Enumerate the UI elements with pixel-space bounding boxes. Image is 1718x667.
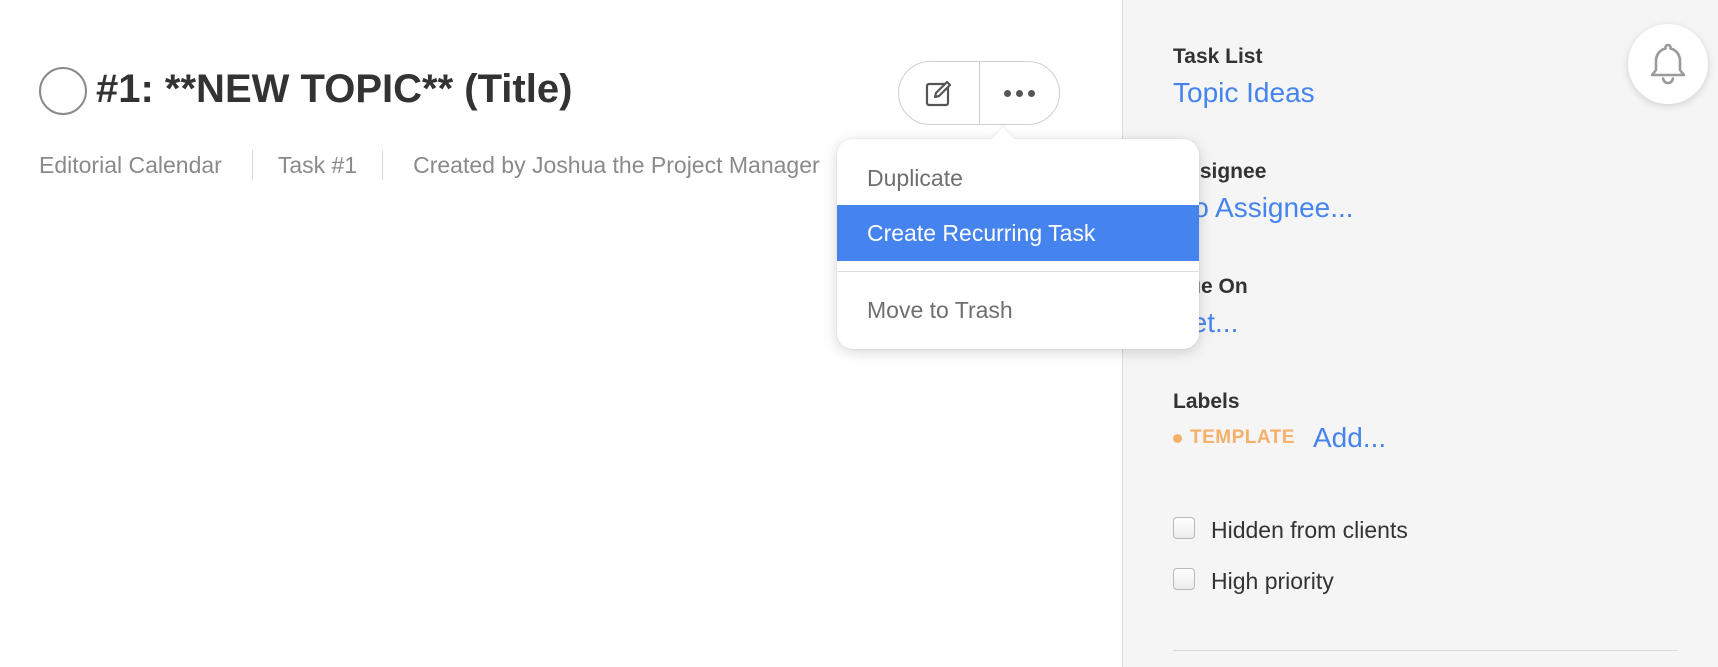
hidden-from-clients-label: Hidden from clients bbox=[1211, 517, 1408, 543]
task-number: Task #1 bbox=[277, 151, 358, 178]
task-sidebar: Task List Topic Ideas Assignee No Assign… bbox=[1122, 0, 1718, 667]
bell-icon bbox=[1650, 43, 1686, 85]
menu-divider bbox=[837, 271, 1199, 272]
meta-divider bbox=[382, 150, 384, 180]
add-label-link[interactable]: Add... bbox=[1313, 422, 1386, 454]
created-by: Created by Joshua the Project Manager bbox=[413, 151, 820, 178]
menu-item-move-to-trash[interactable]: Move to Trash bbox=[837, 282, 1199, 338]
label-tag-text: TEMPLATE bbox=[1190, 427, 1295, 448]
task-actions-group bbox=[898, 61, 1060, 125]
sidebar-divider bbox=[1173, 650, 1677, 651]
labels-label: Labels bbox=[1173, 390, 1240, 413]
high-priority-checkbox[interactable] bbox=[1173, 567, 1195, 590]
more-options-icon bbox=[1003, 89, 1035, 97]
high-priority-label: High priority bbox=[1211, 568, 1334, 594]
high-priority-option[interactable]: High priority bbox=[1173, 567, 1334, 595]
edit-task-button[interactable] bbox=[899, 62, 979, 124]
labels-row: TEMPLATE Add... bbox=[1173, 422, 1386, 454]
edit-icon bbox=[925, 80, 951, 107]
task-meta: Editorial Calendar Task #1 Created by Jo… bbox=[39, 150, 820, 180]
assignee-link[interactable]: No Assignee... bbox=[1173, 192, 1354, 224]
complete-task-toggle[interactable] bbox=[39, 67, 87, 115]
task-list-link[interactable]: Topic Ideas bbox=[1173, 77, 1315, 109]
hidden-from-clients-checkbox[interactable] bbox=[1173, 516, 1195, 539]
notifications-button[interactable] bbox=[1628, 24, 1708, 104]
task-title[interactable]: #1: **NEW TOPIC** (Title) bbox=[96, 64, 572, 114]
menu-item-create-recurring-task[interactable]: Create Recurring Task bbox=[837, 205, 1199, 261]
label-dot-icon bbox=[1173, 433, 1182, 443]
hidden-from-clients-option[interactable]: Hidden from clients bbox=[1173, 516, 1408, 544]
task-options-menu: Duplicate Create Recurring Task Move to … bbox=[837, 127, 1199, 349]
menu-item-duplicate[interactable]: Duplicate bbox=[837, 150, 1199, 206]
app-root: #1: **NEW TOPIC** (Title) Editorial Cale… bbox=[0, 0, 1718, 667]
task-list-label: Task List bbox=[1173, 45, 1263, 68]
label-tag-template[interactable]: TEMPLATE bbox=[1173, 427, 1295, 449]
more-options-button[interactable] bbox=[978, 62, 1060, 124]
meta-divider bbox=[251, 150, 253, 180]
project-name[interactable]: Editorial Calendar bbox=[39, 152, 222, 179]
